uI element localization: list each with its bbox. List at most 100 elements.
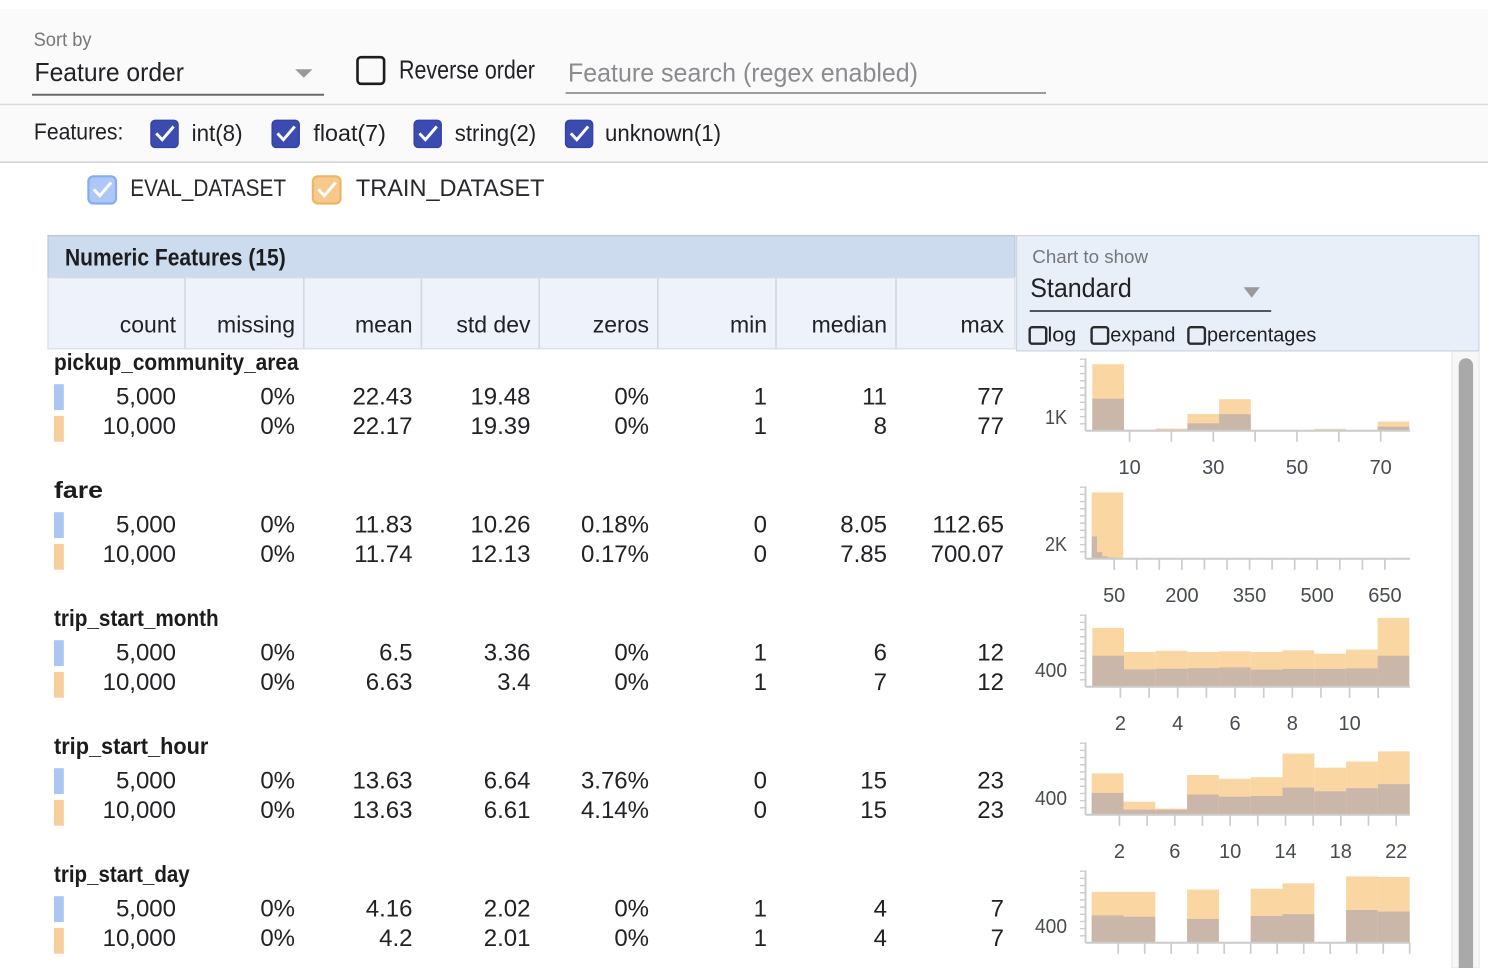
- svg-text:10: 10: [1219, 841, 1241, 863]
- svg-text:10.26: 10.26: [470, 512, 530, 539]
- svg-text:1: 1: [754, 669, 767, 696]
- svg-text:18: 18: [1330, 841, 1352, 863]
- svg-text:Numeric Features (15): Numeric Features (15): [65, 245, 286, 272]
- svg-text:400: 400: [1035, 660, 1067, 682]
- svg-text:22: 22: [1385, 841, 1407, 863]
- svg-text:log: log: [1048, 325, 1077, 347]
- svg-text:int(8): int(8): [192, 120, 243, 146]
- svg-text:4.16: 4.16: [366, 896, 413, 923]
- svg-text:500: 500: [1301, 585, 1334, 607]
- svg-text:22.43: 22.43: [352, 384, 412, 411]
- svg-text:0%: 0%: [614, 413, 649, 440]
- svg-text:pickup_community_area: pickup_community_area: [54, 349, 299, 375]
- svg-text:zeros: zeros: [593, 312, 649, 338]
- svg-text:15: 15: [860, 797, 887, 824]
- svg-text:0: 0: [754, 541, 767, 568]
- svg-text:max: max: [961, 312, 1005, 338]
- svg-text:400: 400: [1035, 916, 1067, 938]
- svg-text:fare: fare: [54, 477, 103, 503]
- svg-text:7.85: 7.85: [840, 541, 887, 568]
- svg-text:12.13: 12.13: [470, 541, 530, 568]
- svg-text:0%: 0%: [260, 512, 295, 539]
- svg-text:7: 7: [874, 669, 887, 696]
- svg-text:Feature order: Feature order: [35, 57, 185, 87]
- svg-text:6.63: 6.63: [366, 669, 413, 696]
- svg-text:13.63: 13.63: [352, 768, 412, 795]
- svg-text:Features:: Features:: [34, 119, 124, 145]
- svg-text:2.01: 2.01: [484, 925, 531, 952]
- svg-text:0%: 0%: [260, 768, 295, 795]
- svg-text:4: 4: [874, 925, 887, 952]
- svg-text:string(2): string(2): [455, 120, 536, 146]
- svg-text:3.4: 3.4: [497, 669, 530, 696]
- svg-text:count: count: [120, 312, 177, 338]
- svg-text:11: 11: [862, 384, 887, 411]
- svg-text:float(7): float(7): [313, 120, 386, 146]
- svg-text:4: 4: [1172, 713, 1183, 735]
- svg-text:12: 12: [977, 669, 1004, 696]
- svg-text:0%: 0%: [260, 413, 295, 440]
- svg-text:12: 12: [977, 640, 1004, 667]
- svg-text:5,000: 5,000: [116, 896, 176, 923]
- svg-text:10,000: 10,000: [103, 925, 176, 952]
- svg-text:TRAIN_DATASET: TRAIN_DATASET: [356, 175, 545, 202]
- svg-text:4.14%: 4.14%: [581, 797, 649, 824]
- svg-text:50: 50: [1286, 457, 1308, 479]
- svg-text:0.17%: 0.17%: [581, 541, 649, 568]
- svg-text:5,000: 5,000: [116, 384, 176, 411]
- svg-text:50: 50: [1103, 585, 1125, 607]
- svg-text:mean: mean: [355, 312, 413, 338]
- svg-text:350: 350: [1233, 585, 1266, 607]
- svg-text:0%: 0%: [260, 896, 295, 923]
- svg-text:2.02: 2.02: [484, 896, 531, 923]
- svg-text:0%: 0%: [260, 925, 295, 952]
- svg-text:77: 77: [977, 384, 1004, 411]
- svg-text:2: 2: [1114, 841, 1125, 863]
- svg-text:77: 77: [977, 413, 1004, 440]
- svg-text:trip_start_hour: trip_start_hour: [54, 733, 208, 759]
- svg-text:10,000: 10,000: [103, 413, 176, 440]
- svg-text:1: 1: [754, 413, 767, 440]
- svg-text:0%: 0%: [260, 640, 295, 667]
- svg-text:1: 1: [754, 384, 767, 411]
- svg-text:10: 10: [1338, 713, 1360, 735]
- svg-text:6: 6: [1229, 713, 1240, 735]
- svg-text:10,000: 10,000: [103, 797, 176, 824]
- svg-text:min: min: [730, 312, 767, 338]
- svg-text:650: 650: [1368, 585, 1401, 607]
- svg-text:0%: 0%: [260, 384, 295, 411]
- svg-text:5,000: 5,000: [116, 640, 176, 667]
- svg-text:10: 10: [1118, 457, 1140, 479]
- svg-text:8.05: 8.05: [840, 512, 887, 539]
- svg-text:median: median: [812, 312, 887, 338]
- svg-text:0.18%: 0.18%: [581, 512, 649, 539]
- svg-text:3.36: 3.36: [484, 640, 531, 667]
- svg-text:7: 7: [991, 896, 1004, 923]
- svg-text:6: 6: [1169, 841, 1180, 863]
- svg-text:200: 200: [1165, 585, 1198, 607]
- svg-text:0%: 0%: [260, 797, 295, 824]
- svg-text:6.64: 6.64: [484, 768, 531, 795]
- svg-text:700.07: 700.07: [931, 541, 1004, 568]
- svg-text:3.76%: 3.76%: [581, 768, 649, 795]
- svg-text:2K: 2K: [1045, 534, 1068, 556]
- svg-text:Chart to show: Chart to show: [1032, 246, 1148, 267]
- svg-text:14: 14: [1274, 841, 1296, 863]
- svg-text:0: 0: [754, 512, 767, 539]
- svg-text:0%: 0%: [260, 541, 295, 568]
- svg-text:19.48: 19.48: [470, 384, 530, 411]
- svg-text:6.61: 6.61: [484, 797, 531, 824]
- svg-text:1: 1: [754, 925, 767, 952]
- svg-text:112.65: 112.65: [932, 512, 1004, 539]
- svg-text:Reverse order: Reverse order: [399, 54, 535, 84]
- svg-text:23: 23: [977, 797, 1004, 824]
- svg-text:400: 400: [1035, 788, 1067, 810]
- svg-text:11.74: 11.74: [354, 541, 412, 568]
- svg-text:0%: 0%: [614, 640, 649, 667]
- svg-text:trip_start_day: trip_start_day: [54, 861, 190, 887]
- svg-text:Standard: Standard: [1030, 273, 1132, 303]
- svg-text:0%: 0%: [614, 384, 649, 411]
- svg-text:4.2: 4.2: [379, 925, 412, 952]
- svg-text:5,000: 5,000: [116, 768, 176, 795]
- svg-text:4: 4: [874, 896, 887, 923]
